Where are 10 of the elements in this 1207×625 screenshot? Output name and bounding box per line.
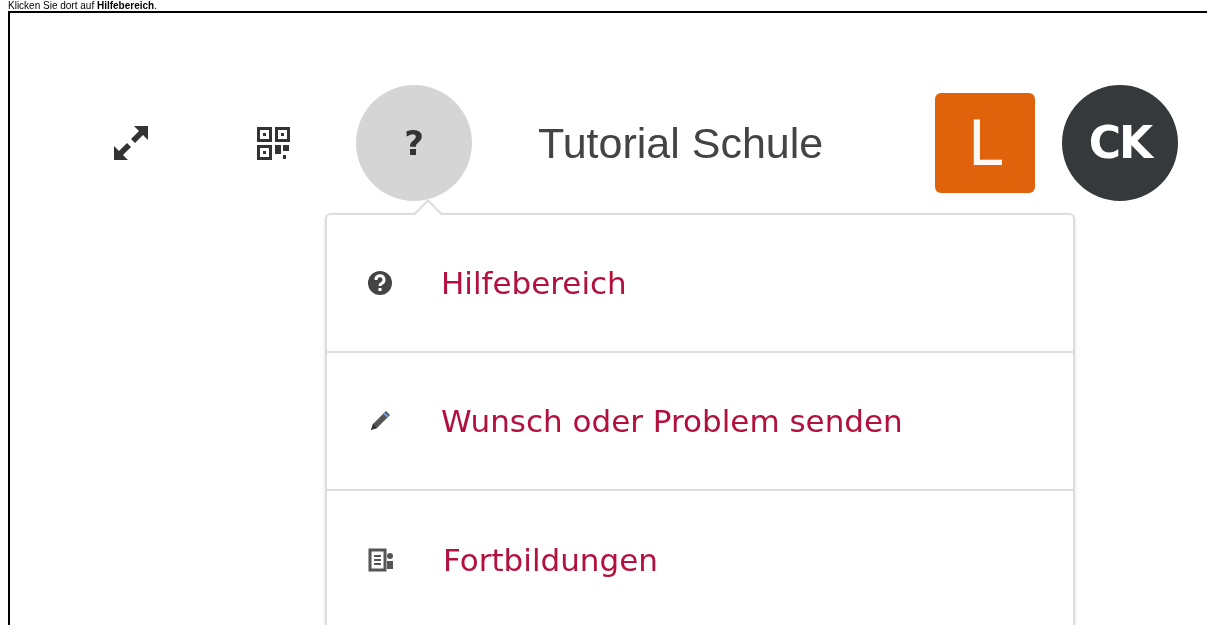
document-person-icon (367, 546, 395, 574)
school-name: Tutorial Schule (538, 117, 824, 169)
user-avatar[interactable]: CK (1062, 85, 1178, 201)
qr-code-icon[interactable] (257, 126, 290, 160)
menu-link[interactable]: Hilfebereich (441, 259, 627, 307)
menu-link[interactable]: Fortbildungen (443, 536, 658, 584)
help-icon (367, 270, 393, 296)
caption-text: Klicken Sie dort auf Hilfebereich. (8, 0, 158, 11)
menu-link[interactable]: Wunsch oder Problem senden (441, 397, 903, 445)
help-button[interactable]: ? (356, 85, 472, 201)
